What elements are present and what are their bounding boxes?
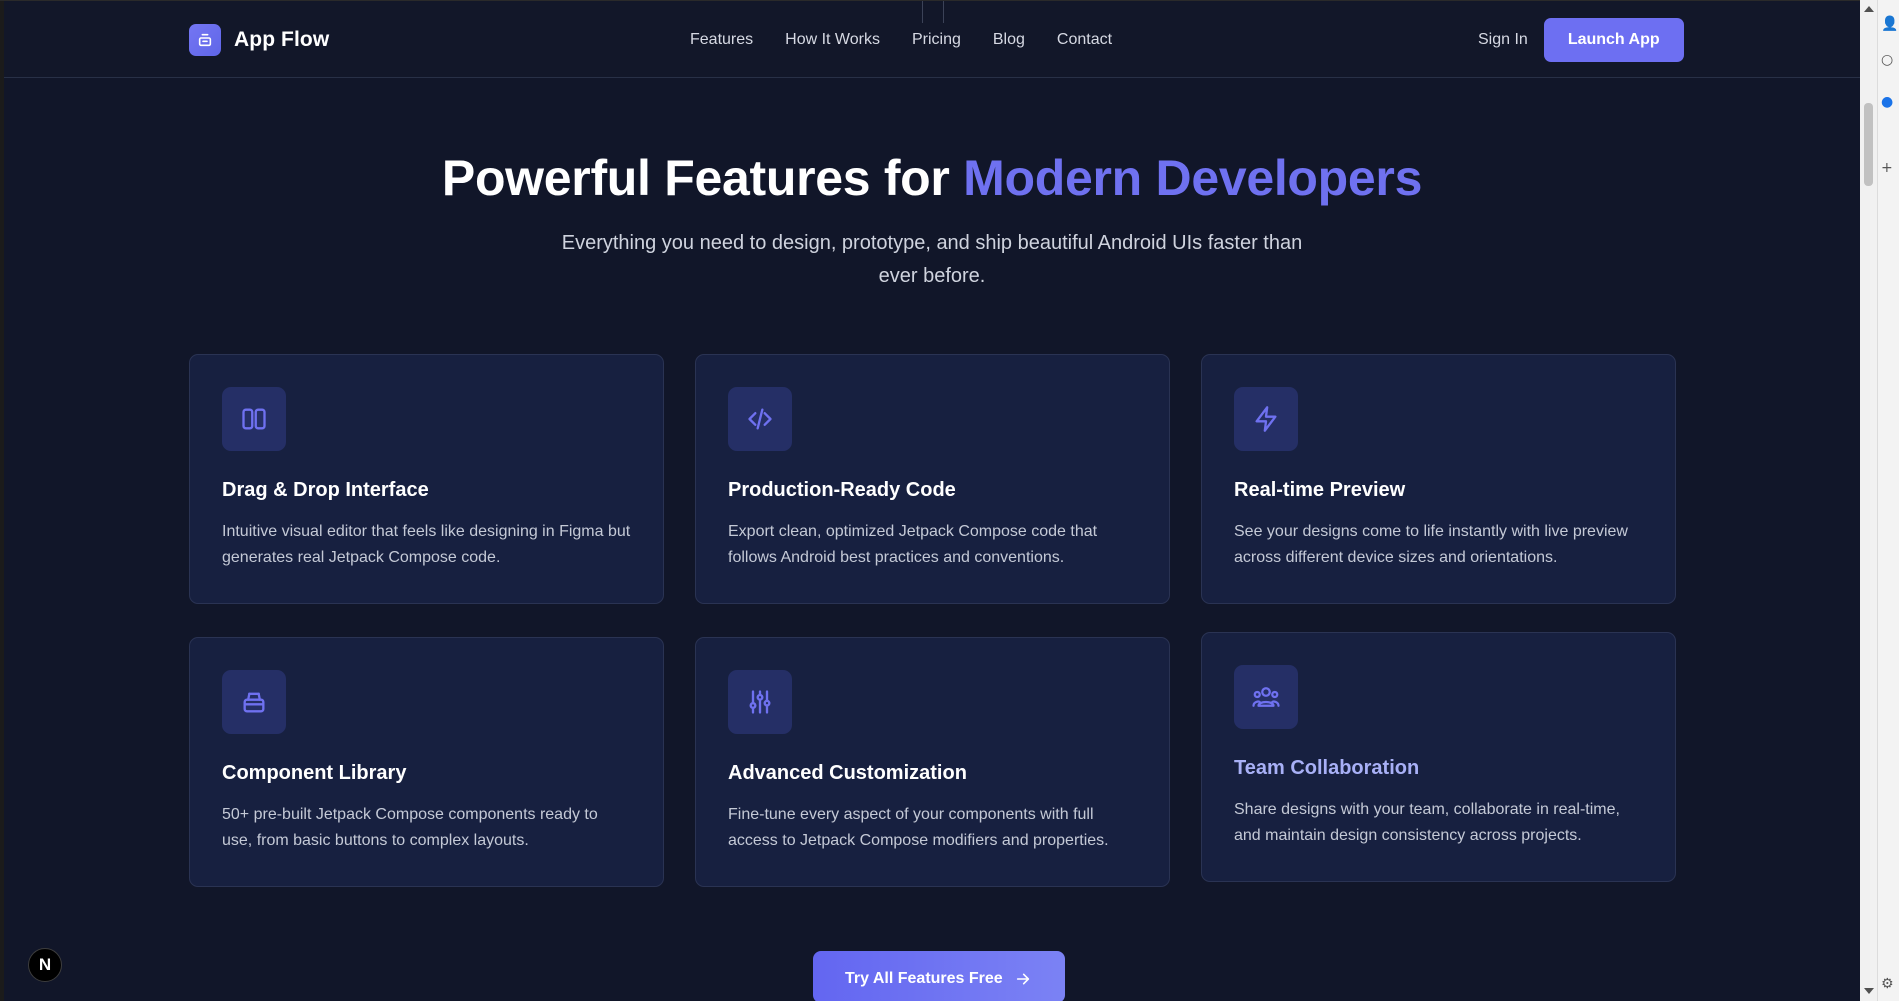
search-icon[interactable]: ○ bbox=[1881, 52, 1897, 68]
team-icon bbox=[1234, 665, 1298, 729]
feature-description: 50+ pre-built Jetpack Compose components… bbox=[222, 806, 598, 849]
feature-title: Advanced Customization bbox=[728, 762, 967, 784]
feature-title: Production-Ready Code bbox=[728, 479, 956, 501]
feature-description: Intuitive visual editor that feels like … bbox=[222, 523, 631, 566]
cta-label: Try All Features Free bbox=[845, 970, 1003, 987]
feature-description: See your designs come to life instantly … bbox=[1234, 523, 1628, 566]
feature-description: Export clean, optimized Jetpack Compose … bbox=[728, 523, 1098, 566]
extension-icon[interactable]: ● bbox=[1881, 94, 1897, 110]
profile-icon[interactable]: 👤 bbox=[1881, 16, 1898, 32]
top-handle bbox=[922, 1, 944, 23]
lightning-icon bbox=[1234, 387, 1298, 451]
feature-card[interactable]: Component Library 50+ pre-built Jetpack … bbox=[189, 637, 664, 887]
hero-title: Powerful Features for Modern Developers bbox=[4, 149, 1860, 207]
nav-actions: Sign In Launch App bbox=[1478, 17, 1684, 62]
feature-title: Component Library bbox=[222, 762, 407, 784]
page: App Flow Features How It Works Pricing B… bbox=[4, 1, 1860, 1001]
feature-description: Fine-tune every aspect of your component… bbox=[728, 806, 1109, 849]
scroll-down-arrow-icon[interactable] bbox=[1864, 988, 1874, 994]
nav-link-how-it-works[interactable]: How It Works bbox=[785, 31, 880, 49]
nav-link-contact[interactable]: Contact bbox=[1057, 31, 1112, 49]
hero-title-accent: Modern Developers bbox=[963, 150, 1423, 206]
scroll-up-arrow-icon[interactable] bbox=[1864, 6, 1874, 12]
feature-title: Drag & Drop Interface bbox=[222, 479, 429, 501]
feature-card[interactable]: Production-Ready Code Export clean, opti… bbox=[695, 354, 1170, 604]
columns-icon bbox=[222, 387, 286, 451]
launch-app-button[interactable]: Launch App bbox=[1543, 17, 1684, 62]
feature-title: Real-time Preview bbox=[1234, 479, 1406, 501]
arrow-right-icon bbox=[1016, 973, 1029, 985]
nav-link-blog[interactable]: Blog bbox=[993, 31, 1025, 49]
app-logo-icon bbox=[189, 24, 221, 56]
feature-title: Team Collaboration bbox=[1234, 757, 1420, 779]
hero-title-main: Powerful Features for bbox=[441, 150, 964, 206]
feature-card[interactable]: Drag & Drop Interface Intuitive visual e… bbox=[189, 354, 664, 604]
nextjs-dev-badge[interactable]: N bbox=[28, 948, 62, 982]
feature-card[interactable]: Advanced Customization Fine-tune every a… bbox=[695, 637, 1170, 887]
main-nav: Features How It Works Pricing Blog Conta… bbox=[690, 27, 1112, 53]
sliders-icon bbox=[728, 670, 792, 734]
settings-gear-icon[interactable]: ⚙ bbox=[1881, 976, 1897, 992]
feature-description: Share designs with your team, collaborat… bbox=[1234, 801, 1620, 844]
nav-link-features[interactable]: Features bbox=[690, 31, 753, 49]
scrollbar[interactable] bbox=[1860, 0, 1877, 1001]
brand-name: App Flow bbox=[234, 28, 330, 51]
sign-in-link[interactable]: Sign In bbox=[1478, 31, 1528, 49]
package-icon bbox=[222, 670, 286, 734]
browser-side-panel: 👤 ○ ● + ⚙ bbox=[1877, 0, 1899, 1001]
nav-link-pricing[interactable]: Pricing bbox=[912, 31, 961, 49]
hero-subtitle: Everything you need to design, prototype… bbox=[561, 232, 1303, 287]
scroll-thumb[interactable] bbox=[1864, 103, 1873, 186]
try-all-features-button[interactable]: Try All Features Free bbox=[813, 951, 1065, 1001]
code-icon bbox=[728, 387, 792, 451]
add-icon[interactable]: + bbox=[1881, 160, 1897, 176]
brand[interactable]: App Flow bbox=[189, 24, 329, 56]
navbar: App Flow Features How It Works Pricing B… bbox=[4, 1, 1860, 78]
feature-card[interactable]: Team Collaboration Share designs with yo… bbox=[1201, 632, 1676, 882]
feature-card[interactable]: Real-time Preview See your designs come … bbox=[1201, 354, 1676, 604]
